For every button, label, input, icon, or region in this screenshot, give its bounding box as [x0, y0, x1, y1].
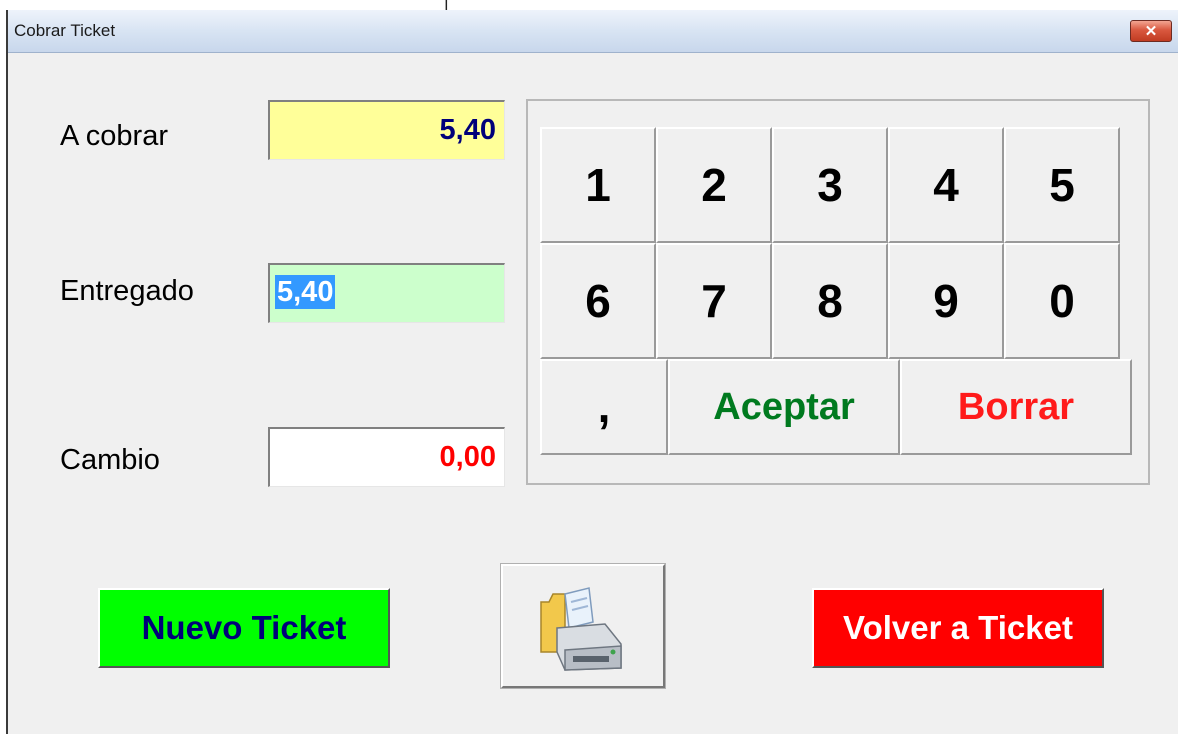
- entregado-label: Entregado: [60, 275, 194, 307]
- key-comma[interactable]: ,: [540, 359, 668, 455]
- a-cobrar-label: A cobrar: [60, 120, 168, 152]
- cambio-value: 0,00: [439, 441, 496, 473]
- close-button[interactable]: ✕: [1130, 20, 1172, 42]
- key-2[interactable]: 2: [656, 127, 772, 243]
- aceptar-button[interactable]: Aceptar: [668, 359, 900, 455]
- key-6[interactable]: 6: [540, 243, 656, 359]
- top-strip: |: [0, 0, 1180, 12]
- keypad: 1 2 3 4 5 6 7 8 9 0 , Aceptar Borrar: [526, 99, 1150, 485]
- volver-a-ticket-button[interactable]: Volver a Ticket: [812, 588, 1104, 668]
- entregado-input[interactable]: 5,40: [268, 263, 505, 323]
- a-cobrar-field[interactable]: 5,40: [268, 100, 505, 160]
- key-9[interactable]: 9: [888, 243, 1004, 359]
- key-4[interactable]: 4: [888, 127, 1004, 243]
- cobrar-ticket-window: Cobrar Ticket ✕ A cobrar 5,40 Entregado …: [6, 10, 1178, 734]
- key-3[interactable]: 3: [772, 127, 888, 243]
- cambio-label: Cambio: [60, 444, 160, 476]
- key-1[interactable]: 1: [540, 127, 656, 243]
- key-5[interactable]: 5: [1004, 127, 1120, 243]
- close-icon: ✕: [1144, 23, 1158, 40]
- key-7[interactable]: 7: [656, 243, 772, 359]
- nuevo-ticket-button[interactable]: Nuevo Ticket: [98, 588, 390, 668]
- printer-icon: [540, 587, 622, 671]
- print-button[interactable]: [500, 563, 666, 689]
- window-title: Cobrar Ticket: [14, 21, 116, 40]
- cambio-field[interactable]: 0,00: [268, 427, 505, 487]
- entregado-value: 5,40: [275, 275, 336, 309]
- a-cobrar-value: 5,40: [439, 114, 496, 146]
- key-0[interactable]: 0: [1004, 243, 1120, 359]
- title-bar: Cobrar Ticket ✕: [8, 10, 1178, 53]
- key-8[interactable]: 8: [772, 243, 888, 359]
- borrar-button[interactable]: Borrar: [900, 359, 1132, 455]
